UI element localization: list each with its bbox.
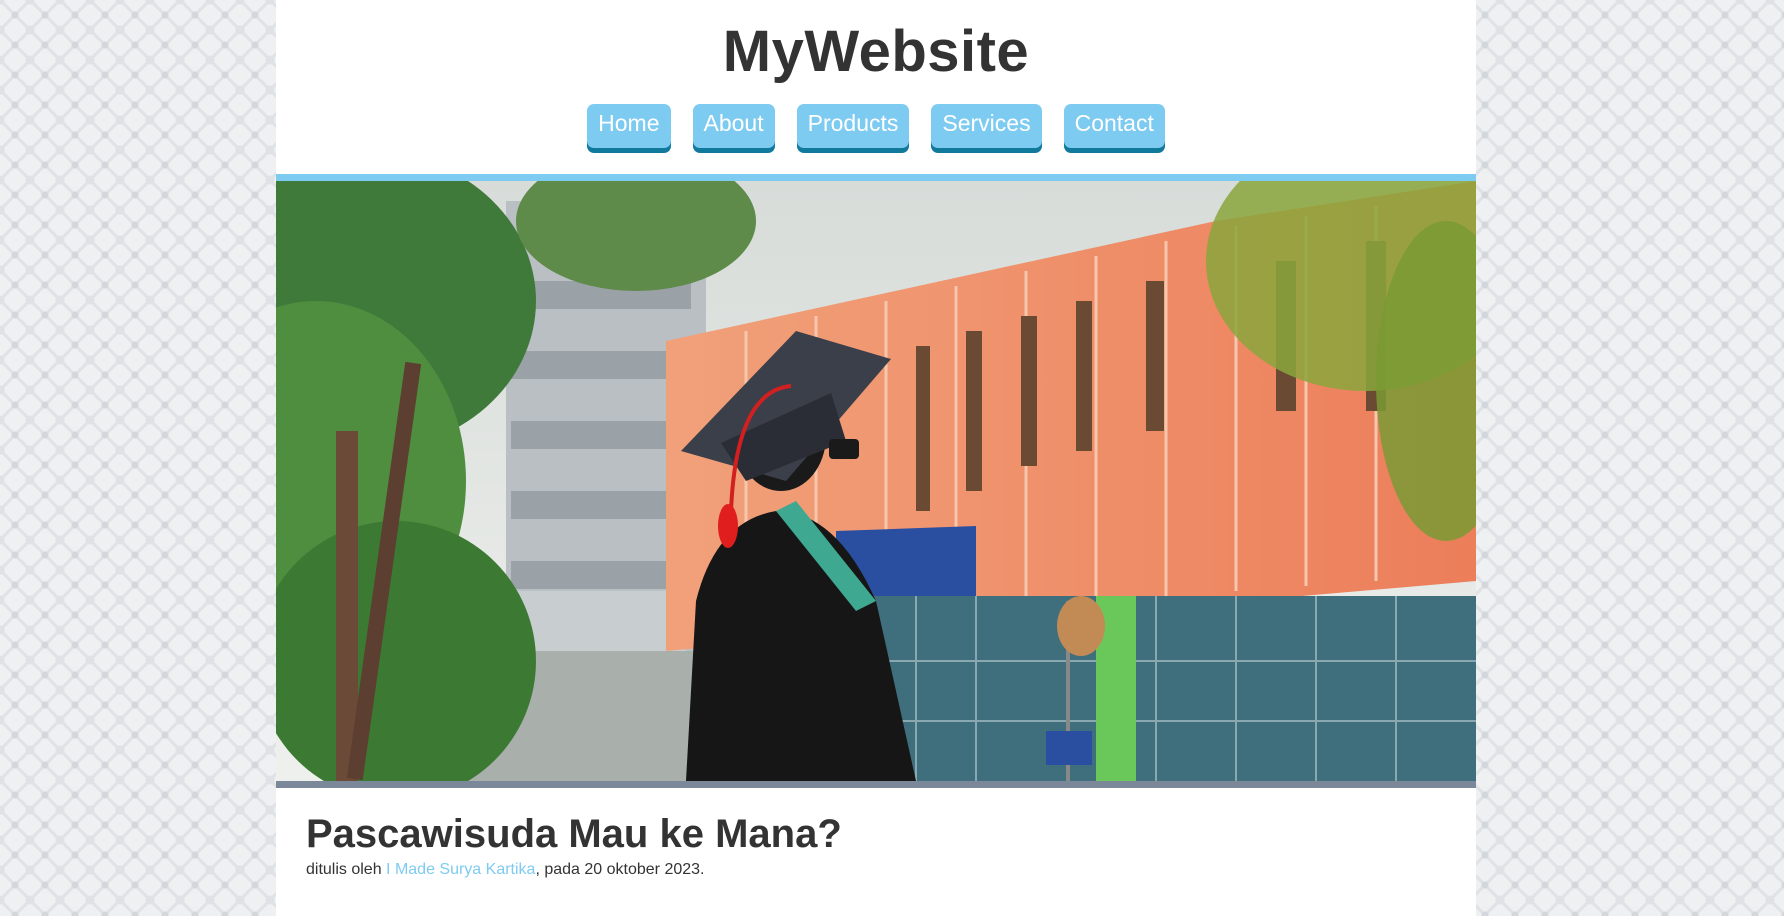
main-nav: Home About Products Services Contact [276, 104, 1476, 148]
nav-contact-button[interactable]: Contact [1063, 104, 1165, 148]
byline-suffix: , pada 20 oktober 2023. [535, 861, 705, 878]
article-title: Pascawisuda Mau ke Mana? [306, 812, 842, 856]
site-title: MyWebsite [722, 19, 1030, 84]
article-byline: ditulis oleh I Made Surya Kartika, pada … [306, 861, 842, 879]
page-container: MyWebsite Home About Products Services C… [276, 0, 1476, 916]
article-header: Pascawisuda Mau ke Mana? ditulis oleh I … [306, 812, 842, 879]
byline-prefix: ditulis oleh [306, 861, 387, 878]
hero-image [276, 181, 1476, 781]
site-header: MyWebsite Home About Products Services C… [276, 0, 1476, 174]
author-link[interactable]: I Made Surya Kartika [386, 861, 535, 878]
nav-products-button[interactable]: Products [796, 104, 910, 148]
nav-home-button[interactable]: Home [587, 104, 671, 148]
nav-services-button[interactable]: Services [931, 104, 1042, 148]
hero-banner [276, 174, 1476, 788]
nav-about-button[interactable]: About [692, 104, 775, 148]
